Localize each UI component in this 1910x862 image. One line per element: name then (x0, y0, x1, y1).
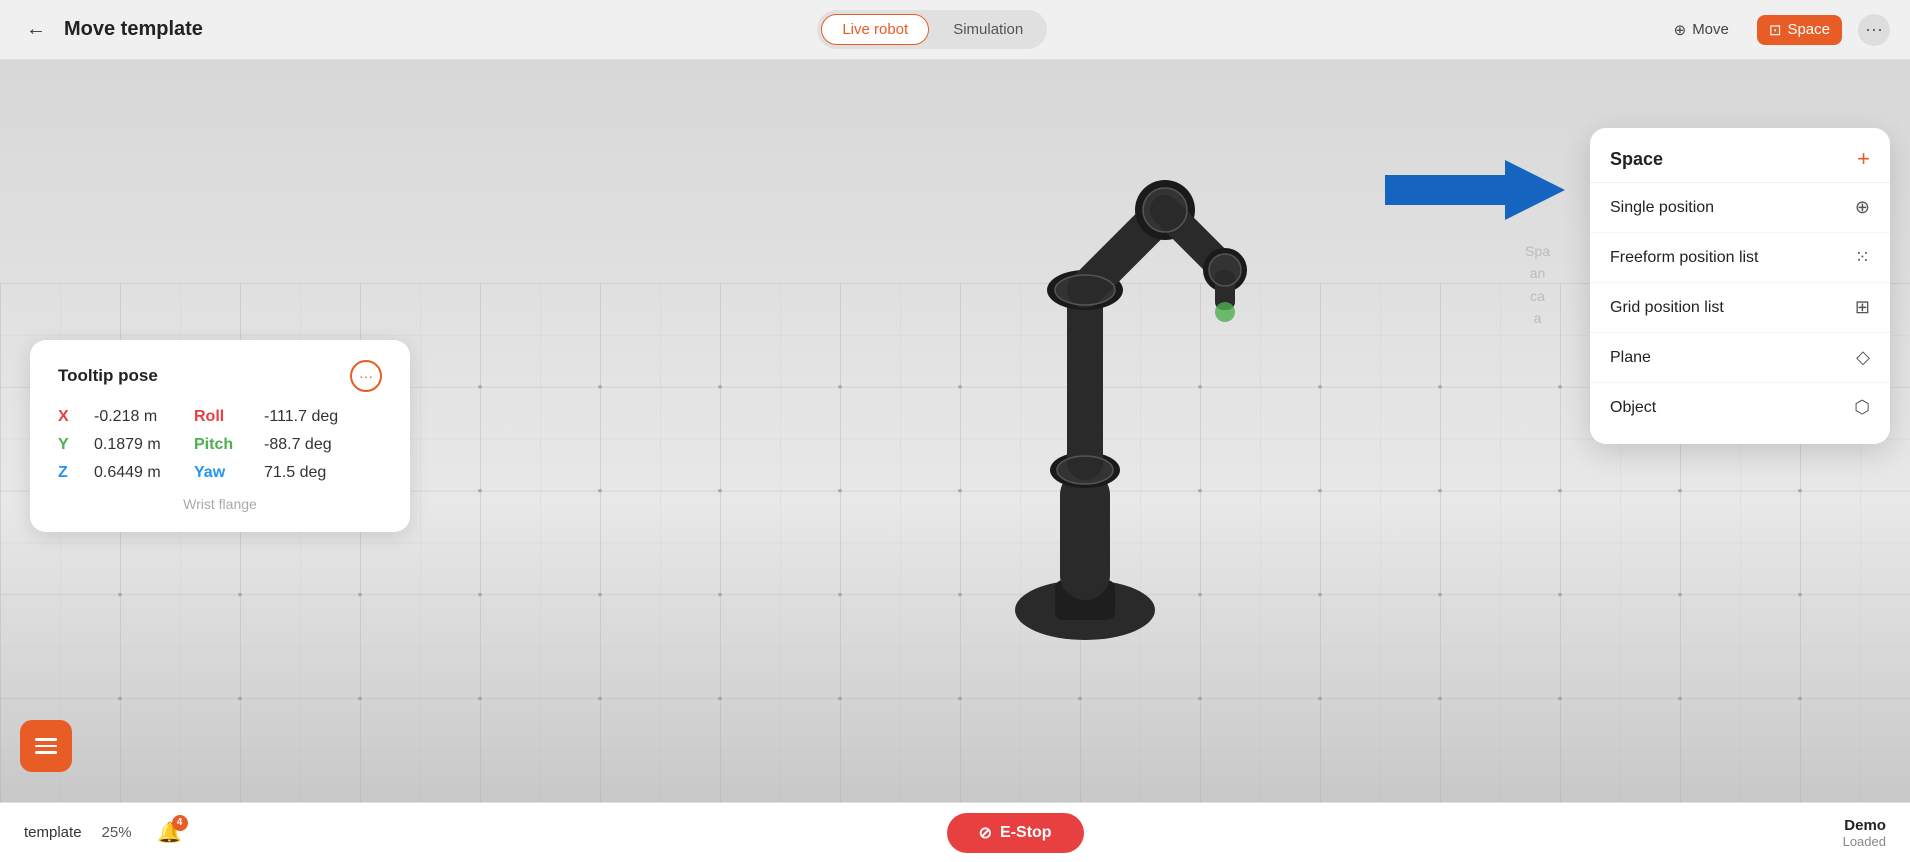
notification-button[interactable]: 🔔 4 (152, 815, 188, 851)
z-value: 0.6449 m (94, 464, 174, 482)
header: ← Move template Live robot Simulation ⊕ … (0, 0, 1910, 60)
more-options-button[interactable]: ··· (1858, 14, 1890, 46)
back-button[interactable]: ← (20, 14, 52, 46)
viewport: Spa an ca a Tooltip pose ··· X -0.218 m … (0, 60, 1910, 802)
space-icon: ⊡ (1769, 21, 1782, 39)
hamburger-line-2 (35, 745, 57, 748)
axis-z-label: Z (58, 464, 74, 482)
space-item-object[interactable]: Object ⬡ (1590, 383, 1890, 432)
header-left: ← Move template (20, 14, 203, 46)
move-nav-item[interactable]: ⊕ Move (1662, 15, 1741, 45)
pose-row-x: X -0.218 m Roll -111.7 deg (58, 408, 382, 426)
pitch-label: Pitch (194, 436, 244, 454)
estop-icon: ⊘ (979, 823, 992, 843)
space-dropdown-title: Space (1610, 149, 1663, 170)
space-dropdown-header: Space + (1590, 140, 1890, 183)
single-position-icon: ⊕ (1855, 197, 1870, 218)
space-dropdown: Space + Single position ⊕ Freeform posit… (1590, 128, 1890, 444)
background-hint: Spa an ca a (1525, 240, 1550, 330)
tooltip-more-icon: ··· (359, 368, 373, 384)
tab-live-robot[interactable]: Live robot (821, 14, 929, 45)
demo-label: Demo (1843, 817, 1886, 834)
tooltip-pose-card: Tooltip pose ··· X -0.218 m Roll -111.7 … (30, 340, 410, 532)
tooltip-more-button[interactable]: ··· (350, 360, 382, 392)
move-label: Move (1692, 21, 1729, 38)
space-item-single-label: Single position (1610, 199, 1714, 217)
tooltip-header: Tooltip pose ··· (58, 360, 382, 392)
estop-label: E-Stop (1000, 824, 1052, 842)
axis-x-label: X (58, 408, 74, 426)
x-value: -0.218 m (94, 408, 174, 426)
blue-arrow-indicator (1385, 160, 1565, 225)
hamburger-button[interactable] (20, 720, 72, 772)
y-value: 0.1879 m (94, 436, 174, 454)
freeform-position-icon: ⁙ (1855, 247, 1870, 268)
tooltip-title: Tooltip pose (58, 366, 158, 386)
more-icon: ··· (1865, 19, 1883, 40)
space-item-plane-label: Plane (1610, 349, 1651, 367)
space-item-single[interactable]: Single position ⊕ (1590, 183, 1890, 233)
object-icon: ⬡ (1854, 397, 1870, 418)
space-nav-item[interactable]: ⊡ Space (1757, 15, 1842, 45)
yaw-label: Yaw (194, 464, 244, 482)
roll-label: Roll (194, 408, 244, 426)
footer-left: template 25% 🔔 4 (24, 815, 188, 851)
roll-value: -111.7 deg (264, 408, 338, 426)
space-item-freeform[interactable]: Freeform position list ⁙ (1590, 233, 1890, 283)
loaded-label: Loaded (1843, 834, 1886, 849)
progress-label: 25% (102, 824, 132, 841)
space-add-button[interactable]: + (1857, 148, 1870, 170)
space-item-plane[interactable]: Plane ◇ (1590, 333, 1890, 383)
space-item-grid[interactable]: Grid position list ⊞ (1590, 283, 1890, 333)
move-icon: ⊕ (1674, 21, 1687, 39)
axis-y-label: Y (58, 436, 74, 454)
pose-row-z: Z 0.6449 m Yaw 71.5 deg (58, 464, 382, 482)
footer-right: Demo Loaded (1843, 817, 1886, 849)
tooltip-footer: Wrist flange (58, 496, 382, 512)
space-label: Space (1787, 21, 1830, 38)
robot-arm (805, 90, 1305, 670)
mode-tabs: Live robot Simulation (817, 10, 1047, 49)
hamburger-icon (35, 738, 57, 754)
estop-button[interactable]: ⊘ E-Stop (947, 813, 1084, 853)
page-title: Move template (64, 18, 203, 41)
hamburger-line-1 (35, 738, 57, 741)
pose-row-y: Y 0.1879 m Pitch -88.7 deg (58, 436, 382, 454)
pitch-value: -88.7 deg (264, 436, 332, 454)
yaw-value: 71.5 deg (264, 464, 326, 482)
space-item-object-label: Object (1610, 399, 1656, 417)
tab-simulation[interactable]: Simulation (933, 15, 1043, 44)
space-item-grid-label: Grid position list (1610, 299, 1724, 317)
space-item-freeform-label: Freeform position list (1610, 249, 1759, 267)
header-right: ⊕ Move ⊡ Space ··· (1662, 14, 1890, 46)
hamburger-line-3 (35, 751, 57, 754)
plane-icon: ◇ (1856, 347, 1870, 368)
notification-badge: 4 (172, 815, 188, 831)
grid-position-icon: ⊞ (1855, 297, 1870, 318)
template-label: template (24, 824, 82, 841)
footer: template 25% 🔔 4 ⊘ E-Stop Demo Loaded (0, 802, 1910, 862)
